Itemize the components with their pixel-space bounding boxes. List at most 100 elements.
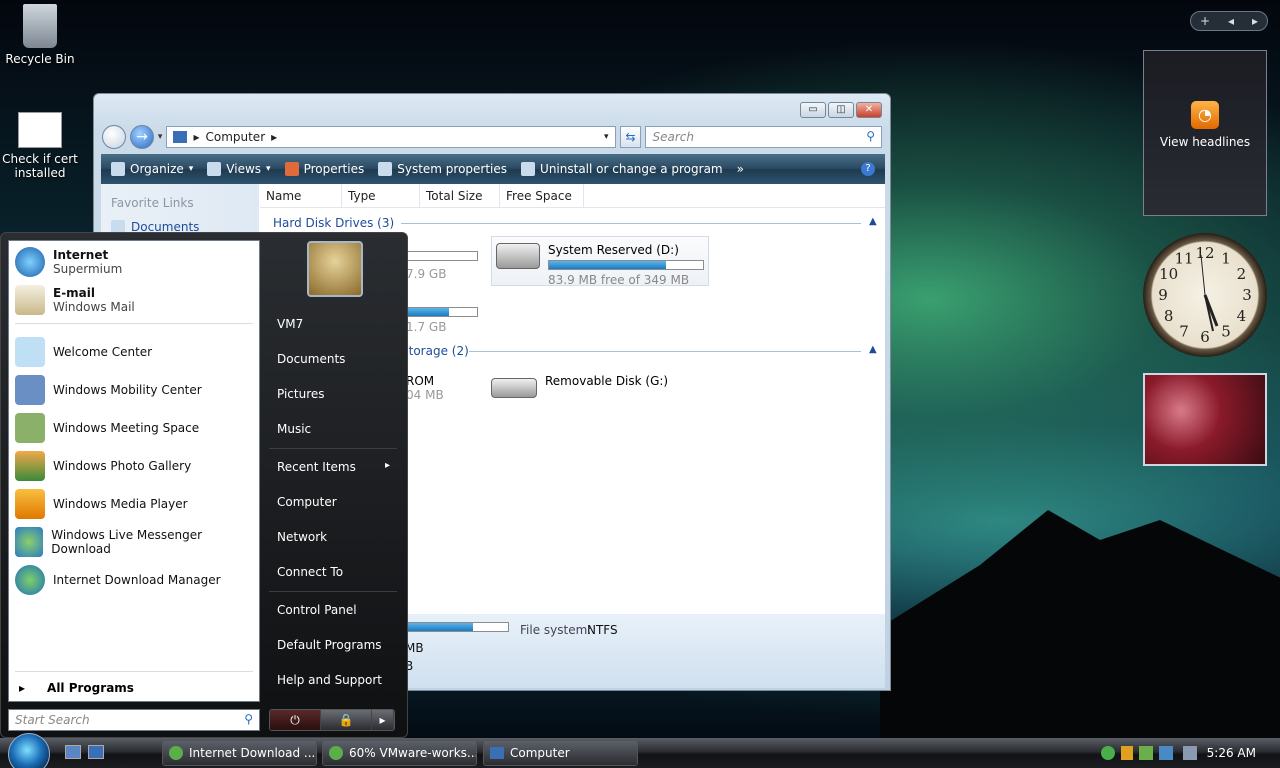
all-programs-button[interactable]: ▸ All Programs (19, 681, 134, 695)
command-bar: Organize ▾ Views ▾ Properties System prope… (101, 154, 885, 184)
program-welcome-center[interactable]: Welcome Center (15, 337, 253, 367)
pictures-link[interactable]: Pictures (277, 387, 325, 401)
views-button[interactable]: Views ▾ (207, 162, 271, 176)
uninstall-label: Uninstall or change a program (540, 162, 723, 176)
taskbar-button-idm[interactable]: Internet Download ... (162, 740, 317, 766)
pinned-email[interactable]: E-mail Windows Mail (15, 285, 253, 315)
slideshow-gadget[interactable] (1143, 373, 1267, 466)
browser-icon (15, 247, 45, 277)
clock-gadget[interactable]: 11 10 9 8 7 6 5 4 3 2 1 12 (1143, 233, 1267, 357)
rom-drive-label[interactable]: ROM (406, 374, 434, 388)
program-live-messenger[interactable]: Windows Live Messenger Download (15, 527, 253, 557)
program-media-player[interactable]: Windows Media Player (15, 489, 253, 519)
column-total-size[interactable]: Total Size (420, 184, 500, 207)
collapse-icon[interactable]: ▲ (869, 216, 877, 227)
recycle-bin-label: Recycle Bin (5, 52, 75, 66)
address-dropdown-icon[interactable]: ▾ (604, 132, 615, 142)
taskbar-button-label: Internet Download ... (189, 746, 316, 760)
properties-button[interactable]: Properties (284, 162, 364, 176)
program-mobility-center[interactable]: Windows Mobility Center (15, 375, 253, 405)
network-icon[interactable] (1158, 746, 1173, 760)
cert-shortcut-icon[interactable]: Check if cert installed (0, 112, 80, 180)
program-idm[interactable]: Internet Download Manager (15, 565, 253, 595)
lock-button[interactable]: 🔒 (321, 710, 372, 730)
next-button[interactable]: ▸ (1252, 14, 1258, 28)
help-support-link[interactable]: Help and Support (277, 673, 382, 687)
feed-headlines-gadget[interactable]: ◔ View headlines (1143, 50, 1267, 216)
forward-button[interactable]: → (129, 125, 154, 149)
address-bar[interactable]: ▸ Computer ▸ ▾ (166, 126, 616, 148)
separator (15, 323, 253, 324)
taskbar-button-computer[interactable]: Computer (483, 740, 638, 766)
connect-to-link[interactable]: Connect To (277, 565, 343, 579)
more-commands-button[interactable]: » (737, 162, 744, 176)
program-meeting-space[interactable]: Windows Meeting Space (15, 413, 253, 443)
separator (15, 671, 253, 672)
music-link[interactable]: Music (277, 422, 311, 436)
notification-area: 5:26 AM (1090, 738, 1280, 768)
switch-windows-icon[interactable] (88, 745, 104, 759)
views-icon (207, 162, 222, 176)
power-button[interactable]: ⏻ (270, 710, 321, 730)
clock-numeral: 10 (1159, 265, 1178, 283)
start-search-placeholder: Start Search (15, 713, 90, 727)
tray-app-icon[interactable] (1138, 746, 1153, 760)
refresh-icon[interactable]: ⇆ (619, 126, 642, 148)
address-crumb[interactable]: Computer (205, 130, 265, 144)
uninstall-button[interactable]: Uninstall or change a program (521, 162, 723, 176)
download-progress-icon (329, 746, 343, 760)
sidebar-controls[interactable]: + ◂ ▸ (1190, 11, 1268, 31)
add-gadget-button[interactable]: + (1200, 14, 1210, 28)
user-folder-link[interactable]: VM7 (277, 317, 303, 331)
email-subtitle: Windows Mail (53, 300, 135, 314)
search-icon[interactable]: ⚲ (866, 129, 875, 143)
prev-button[interactable]: ◂ (1228, 14, 1234, 28)
recycle-bin-icon[interactable]: Recycle Bin (0, 4, 80, 66)
organize-button[interactable]: Organize ▾ (111, 162, 193, 176)
hard-drive-icon (496, 243, 540, 269)
clock-numeral: 1 (1221, 250, 1231, 268)
security-shield-icon[interactable] (1120, 746, 1133, 760)
group-removable-storage[interactable]: Storage (2) (401, 344, 469, 358)
uninstall-icon (521, 162, 536, 176)
minimize-button[interactable]: ▭ (800, 102, 826, 118)
column-free-space[interactable]: Free Space (500, 184, 584, 207)
clock-time[interactable]: 5:26 AM (1207, 746, 1256, 760)
power-buttons: ⏻ 🔒 ▸ (269, 709, 395, 731)
views-label: Views (226, 162, 262, 176)
network-link[interactable]: Network (277, 530, 327, 544)
default-programs-link[interactable]: Default Programs (277, 638, 382, 652)
close-button[interactable]: ✕ (856, 102, 882, 118)
email-title: E-mail (53, 286, 96, 300)
control-panel-link[interactable]: Control Panel (277, 603, 357, 617)
recent-items-link[interactable]: Recent Items (277, 460, 356, 474)
drive-bar-1 (406, 251, 478, 261)
idm-tray-icon[interactable] (1100, 746, 1115, 760)
volume-muted-icon[interactable] (1182, 746, 1197, 760)
show-desktop-icon[interactable] (65, 745, 81, 759)
help-icon[interactable]: ? (861, 162, 875, 176)
column-type[interactable]: Type (342, 184, 420, 207)
documents-link[interactable]: Documents (277, 352, 345, 366)
group-hard-disk-drives[interactable]: Hard Disk Drives (3) (273, 216, 394, 230)
system-reserved-drive[interactable]: System Reserved (D:) 83.9 MB free of 349… (491, 236, 709, 287)
maximize-button[interactable]: ◫ (828, 102, 854, 118)
back-button[interactable] (102, 125, 126, 149)
search-input[interactable]: Search ⚲ (645, 126, 882, 148)
recent-pages-chevron-icon[interactable]: ▾ (158, 132, 163, 142)
start-button[interactable] (8, 733, 50, 768)
removable-disk[interactable]: Removable Disk (G:) (491, 374, 668, 398)
shutdown-options-button[interactable]: ▸ (372, 710, 394, 730)
column-name[interactable]: Name (260, 184, 342, 207)
taskbar-button-vmware[interactable]: 60% VMware-works... (322, 740, 477, 766)
clock-face: 1110987 6 5432112 (1158, 244, 1252, 346)
system-properties-button[interactable]: System properties (378, 162, 507, 176)
mail-icon (15, 285, 45, 315)
collapse-icon[interactable]: ▲ (869, 344, 877, 355)
start-search-input[interactable]: Start Search ⚲ (8, 709, 260, 731)
properties-icon (284, 162, 299, 176)
computer-link[interactable]: Computer (277, 495, 337, 509)
program-photo-gallery[interactable]: Windows Photo Gallery (15, 451, 253, 481)
removable-drive-icon (491, 378, 537, 398)
pinned-internet[interactable]: Internet Supermium (15, 247, 253, 277)
